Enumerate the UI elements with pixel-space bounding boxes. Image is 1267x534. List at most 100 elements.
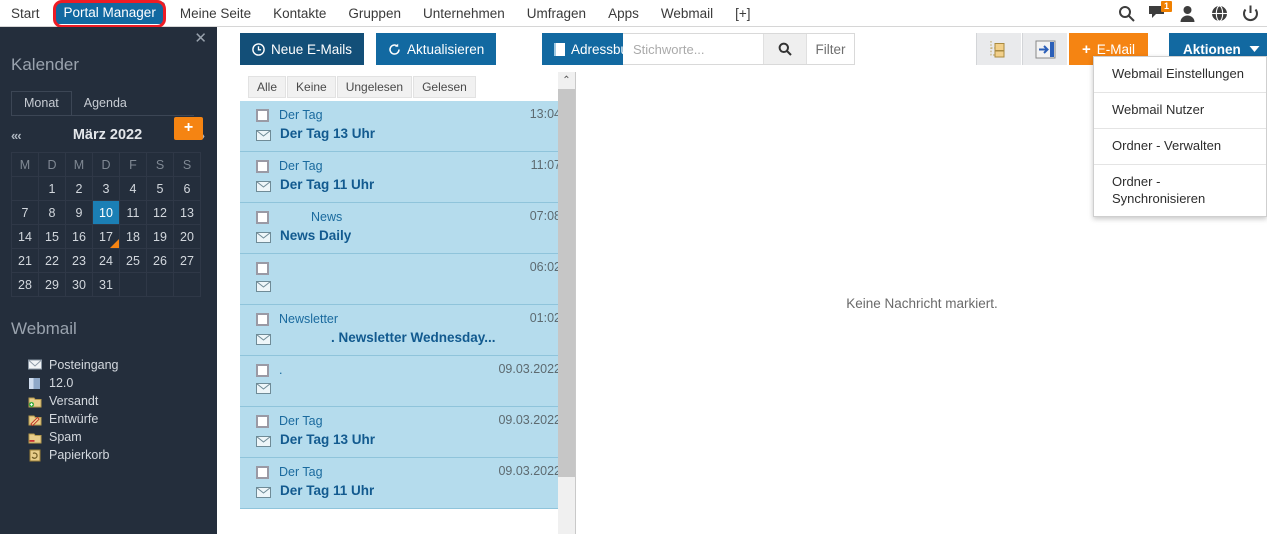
calendar-day[interactable]: 8	[38, 200, 66, 225]
dropdown-item[interactable]: Ordner - Verwalten	[1094, 129, 1266, 165]
power-icon[interactable]	[1242, 5, 1259, 22]
message-checkbox[interactable]	[256, 210, 269, 224]
calendar-day[interactable]: 15	[38, 224, 66, 249]
filter-gelesen[interactable]: Gelesen	[413, 75, 476, 98]
dropdown-item[interactable]: Ordner - Synchronisieren	[1094, 165, 1266, 217]
calendar-day[interactable]: 21	[11, 248, 39, 273]
calendar-day[interactable]: 24	[92, 248, 120, 273]
user-icon[interactable]	[1180, 5, 1197, 22]
envelope-icon[interactable]	[256, 179, 271, 192]
message-row[interactable]: Der Tag 11:07 Der Tag 11 Uhr	[240, 152, 575, 203]
filter-alle[interactable]: Alle	[248, 75, 287, 98]
nav-item-apps[interactable]: Apps	[597, 0, 650, 27]
dropdown-item[interactable]: Webmail Einstellungen	[1094, 57, 1266, 93]
calendar-day[interactable]: 31	[92, 272, 120, 297]
message-row[interactable]: 06:02	[240, 254, 575, 305]
nav-item-portal-manager[interactable]: Portal Manager	[54, 2, 165, 24]
calendar-day[interactable]: 11	[119, 200, 147, 225]
message-checkbox[interactable]	[256, 363, 269, 377]
calendar-day[interactable]: 25	[119, 248, 147, 273]
calendar-day[interactable]: 3	[92, 176, 120, 201]
calendar-day[interactable]: 6	[173, 176, 201, 201]
calendar-day[interactable]: 23	[65, 248, 93, 273]
calendar-day[interactable]: 5	[146, 176, 174, 201]
scroll-up-button[interactable]: ⌃	[558, 72, 575, 89]
envelope-icon[interactable]	[256, 279, 271, 292]
filter-keine[interactable]: Keine	[287, 75, 336, 98]
calendar-day[interactable]: 19	[146, 224, 174, 249]
calendar-day[interactable]: 28	[11, 272, 39, 297]
filter-button[interactable]: Filter	[807, 42, 854, 57]
message-row[interactable]: Der Tag 09.03.2022 Der Tag 13 Uhr	[240, 407, 575, 458]
search-input[interactable]	[623, 34, 763, 64]
calendar-day[interactable]: 30	[65, 272, 93, 297]
nav-item-meine-seite[interactable]: Meine Seite	[169, 0, 262, 27]
calendar-day[interactable]: 17	[92, 224, 120, 249]
calendar-day[interactable]: 2	[65, 176, 93, 201]
calendar-day[interactable]: 13	[173, 200, 201, 225]
calendar-add-button[interactable]: +	[174, 117, 203, 140]
search-submit-button[interactable]	[763, 34, 807, 64]
calendar-day[interactable]: 20	[173, 224, 201, 249]
tab-monat[interactable]: Monat	[11, 91, 72, 115]
message-row[interactable]: . 09.03.2022	[240, 356, 575, 407]
message-checkbox[interactable]	[256, 159, 269, 173]
calendar-day[interactable]: 22	[38, 248, 66, 273]
envelope-icon[interactable]	[256, 230, 271, 243]
calendar-day[interactable]: 10	[92, 200, 120, 225]
webmail-folder-item[interactable]: Entwürfe	[28, 410, 217, 428]
envelope-icon[interactable]	[256, 128, 271, 141]
message-sender: Newsletter	[279, 312, 339, 326]
envelope-icon[interactable]	[256, 485, 271, 498]
message-list-scrollbar[interactable]: ⌃	[558, 72, 575, 534]
calendar-day[interactable]: 18	[119, 224, 147, 249]
calendar-day[interactable]: 1	[38, 176, 66, 201]
webmail-folder-item[interactable]: Papierkorb	[28, 446, 217, 464]
calendar-day[interactable]: 12	[146, 200, 174, 225]
nav-item-webmail[interactable]: Webmail	[650, 0, 724, 27]
message-row[interactable]: Newsletter 01:02 . Newsletter Wednesday...	[240, 305, 575, 356]
calendar-day[interactable]: 26	[146, 248, 174, 273]
filter-ungelesen[interactable]: Ungelesen	[336, 75, 413, 98]
message-row[interactable]: Der Tag 13:04 Der Tag 13 Uhr	[240, 101, 575, 152]
message-checkbox[interactable]	[256, 261, 269, 275]
message-checkbox[interactable]	[256, 465, 269, 479]
chat-icon[interactable]: 1	[1149, 1, 1172, 22]
calendar-day[interactable]: 27	[173, 248, 201, 273]
calendar-day[interactable]: 14	[11, 224, 39, 249]
move-to-folder-icon[interactable]	[1022, 33, 1067, 65]
search-icon[interactable]	[1118, 5, 1135, 22]
nav-item-kontakte[interactable]: Kontakte	[262, 0, 337, 27]
envelope-icon[interactable]	[256, 332, 271, 345]
sidebar-close-icon[interactable]: ✕	[194, 31, 207, 46]
message-checkbox[interactable]	[256, 108, 269, 122]
envelope-icon[interactable]	[256, 381, 271, 394]
dropdown-item[interactable]: Webmail Nutzer	[1094, 93, 1266, 129]
calendar-day[interactable]: 16	[65, 224, 93, 249]
webmail-folder-item[interactable]: Versandt	[28, 392, 217, 410]
nav-item-umfragen[interactable]: Umfragen	[516, 0, 597, 27]
calendar-day[interactable]: 7	[11, 200, 39, 225]
folder-tree-icon[interactable]	[976, 33, 1021, 65]
webmail-folder-item[interactable]: Spam	[28, 428, 217, 446]
globe-icon[interactable]	[1211, 5, 1228, 22]
tab-agenda[interactable]: Agenda	[72, 92, 139, 115]
nav-item-start[interactable]: Start	[0, 0, 51, 27]
new-mails-button[interactable]: Neue E-Mails	[240, 33, 365, 65]
message-row[interactable]: News 07:08 News Daily	[240, 203, 575, 254]
nav-item-unternehmen[interactable]: Unternehmen	[412, 0, 516, 27]
envelope-icon[interactable]	[256, 434, 271, 447]
scrollbar-thumb[interactable]	[558, 89, 575, 477]
message-checkbox[interactable]	[256, 414, 269, 428]
calendar-day[interactable]: 29	[38, 272, 66, 297]
webmail-folder-item[interactable]: Posteingang	[28, 356, 217, 374]
message-row[interactable]: Der Tag 09.03.2022 Der Tag 11 Uhr	[240, 458, 575, 509]
webmail-folder-item[interactable]: 12.0	[28, 374, 217, 392]
nav-item-[interactable]: [+]	[724, 0, 761, 27]
message-checkbox[interactable]	[256, 312, 269, 326]
nav-item-gruppen[interactable]: Gruppen	[337, 0, 412, 27]
calendar-prev-button[interactable]: «‹	[11, 128, 22, 143]
calendar-day[interactable]: 4	[119, 176, 147, 201]
calendar-day[interactable]: 9	[65, 200, 93, 225]
refresh-button[interactable]: Aktualisieren	[376, 33, 497, 65]
